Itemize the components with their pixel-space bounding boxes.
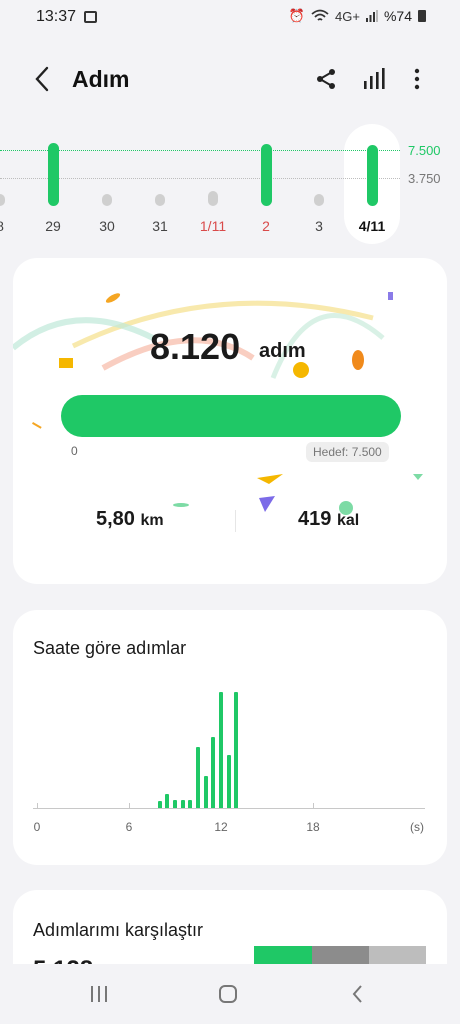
status-icons: ⏰ 4G+ %74 [289,8,426,24]
stat-divider [235,510,236,532]
day-label: 30 [99,218,115,234]
status-time: 13:37 [36,8,77,25]
day-bar[interactable] [366,145,378,206]
hourly-tick-label: 6 [125,820,133,834]
battery-percent: %74 [383,8,412,24]
back-arrow-icon[interactable] [30,64,56,94]
recent-apps-icon[interactable] [89,984,109,1004]
hourly-bar [196,747,200,808]
hourly-bar [226,755,231,808]
day-bar[interactable] [0,194,5,206]
page-title: Adım [72,66,130,92]
day-label: 1/11 [199,218,227,234]
day-bar[interactable] [47,142,59,206]
day-bar[interactable] [208,191,218,206]
distance-unit: km [140,512,164,529]
hourly-tick-label: 18 [306,820,320,834]
signal-icon [365,10,378,22]
wifi-icon [311,9,329,21]
day-label: 2 [262,218,270,234]
alarm-icon: ⏰ [288,8,306,23]
day-label: 31 [152,218,168,234]
status-bar: 13:37 ⏰ 4G+ %74 [0,0,460,36]
distance-value: 5,80 [96,508,135,530]
hourly-x-axis [33,808,425,809]
day-bar[interactable] [102,194,112,206]
day-label: 3 [315,218,323,234]
calories-unit: kal [336,512,360,529]
hourly-bar [173,800,177,808]
system-nav-bar [0,964,460,1024]
hourly-bar [219,692,223,808]
hourly-bar [203,776,208,808]
gallery-notification-icon [84,11,97,23]
network-type: 4G+ [335,8,360,24]
hourly-bar [180,800,185,808]
step-unit: adım [259,340,306,362]
day-label: 8 [0,218,20,234]
hourly-unit-label: (s) [410,820,424,834]
hourly-bar [188,800,193,808]
day-bar[interactable] [314,194,324,206]
chart-icon[interactable] [361,66,387,92]
calories-stat: 419 kal [298,508,359,531]
day-label: 29 [45,218,61,234]
more-options-icon[interactable] [404,66,430,92]
share-icon[interactable] [313,66,339,92]
hourly-tick-label: 0 [33,820,41,834]
day-bar[interactable] [155,194,165,206]
home-icon[interactable] [218,984,238,1004]
app-bar: Adım [0,50,460,108]
day-label: 4/11 [358,218,386,234]
mid-line [0,178,400,179]
compare-title: Adımlarımı karşılaştır [33,920,204,940]
battery-icon [418,10,426,22]
goal-badge: Hedef: 7.500 [306,442,389,462]
hourly-tick-mark [129,803,130,808]
goal-line [0,150,400,151]
hourly-tick-label: 12 [214,820,228,834]
calories-value: 419 [298,508,332,530]
distance-stat: 5,80 km [96,508,164,531]
hourly-tick-mark [313,803,314,808]
day-bar[interactable] [260,144,272,206]
hourly-steps-card[interactable]: Saate göre adımlar 0 6 12 18 (s) [13,610,447,865]
hourly-bar [165,793,170,808]
mid-line-label: 3.750 [408,171,441,186]
back-nav-icon[interactable] [348,984,368,1004]
compare-bar-me [254,946,312,964]
step-progress-bar [61,395,401,437]
progress-start-label: 0 [71,444,78,458]
today-summary-card: 8.120 adım 0 Hedef: 7.500 5,80 km 419 ka… [13,258,447,584]
goal-line-label: 7.500 [408,143,441,158]
hourly-bar [157,801,162,808]
hourly-tick-mark [37,803,38,808]
hourly-title: Saate göre adımlar [33,638,187,658]
step-count: 8.120 [150,326,241,367]
compare-bar-avg [312,946,369,964]
compare-bar-top [369,946,426,964]
hourly-bar [234,692,239,808]
hourly-bar [211,736,216,808]
daily-steps-chart: 7.500 3.750 8 29 30 31 1/11 2 3 4/11 [0,120,460,250]
